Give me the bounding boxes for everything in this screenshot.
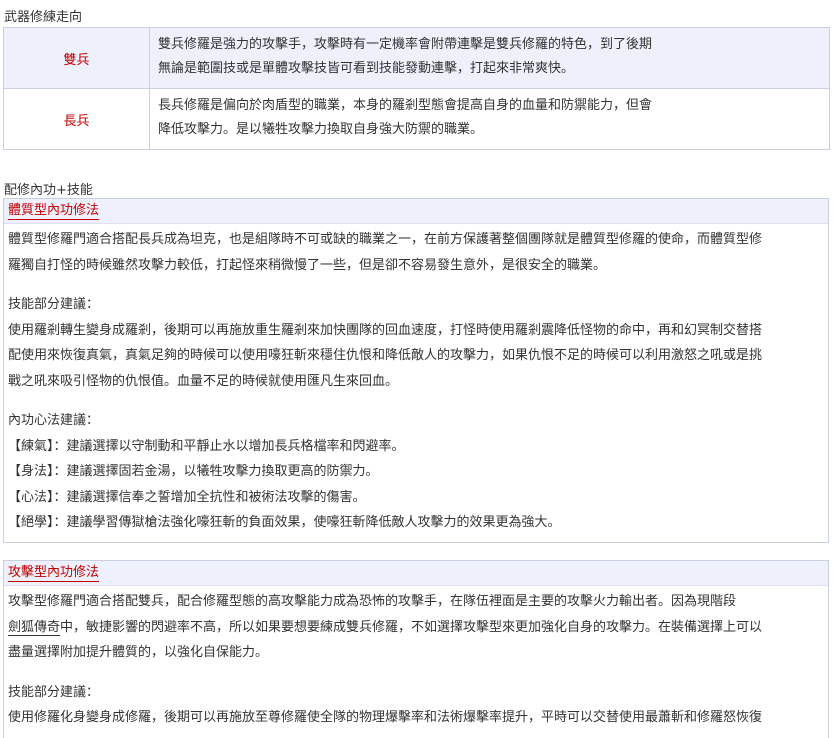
paragraph-line: 戰之吼來吸引怪物的仇恨值。血量不足的時候就使用匯凡生來回血。 <box>8 373 399 389</box>
description-line: 雙兵修羅是強力的攻擊手，攻擊時有一定機率會附帶連擊是雙兵修羅的特色，到了後期 <box>158 37 653 52</box>
item-text: ：建議選擇以守制動和平靜止水以增加長兵格檔率和閃避率。 <box>53 438 405 454</box>
inner-label: 內功心法建議： <box>8 413 100 428</box>
item-tag: 【絕學】 <box>8 515 54 530</box>
weapon-name: 長兵 <box>3 88 150 150</box>
paragraph-line: 攻擊型修羅門適合搭配雙兵，配合修羅型態的高攻擊能力成為恐怖的攻擊手，在隊伍裡面是… <box>8 594 737 609</box>
table-row: 長兵 長兵修羅是偏向於肉盾型的職業，本身的羅剎型態會提高自身的血量和防禦能力，但… <box>3 88 830 150</box>
weapon-name: 雙兵 <box>3 27 150 89</box>
skills-section-title: 配修內功+技能 <box>4 183 93 198</box>
item-tag: 【心法】 <box>8 489 54 505</box>
paragraph-line: 羅獨自打怪的時候雖然攻擊力較低，打起怪來稍微慢了一些，但是卻不容易發生意外，是很… <box>8 257 607 273</box>
constitution-build-box: 體質型內功修法 體質型修羅門適合搭配長兵成為坦克，也是組隊時不可或缺的職業之一，… <box>3 198 829 543</box>
weapon-description: 長兵修羅是偏向於肉盾型的職業，本身的羅剎型態會提高自身的血量和防禦能力，但會 降… <box>149 88 830 150</box>
box-header: 攻擊型內功修法 <box>4 561 828 586</box>
paragraph-line: 體質型修羅門適合搭配長兵成為坦克，也是組隊時不可或缺的職業之一，在前方保護著整個… <box>8 232 763 247</box>
item-tag: 【練氣】 <box>8 438 54 454</box>
table-row: 雙兵 雙兵修羅是強力的攻擊手，攻擊時有一定機率會附帶連擊是雙兵修羅的特色，到了後… <box>3 27 830 89</box>
item-text: ：建議學習傳獄槍法強化嚎狂斬的負面效果，使嚎狂斬降低敵人攻擊力的效果更為強大。 <box>53 515 561 530</box>
line-text: 中，敏捷影響的閃避率不高，所以如果要想要練成雙兵修羅，不如選擇攻擊型來更加強化自… <box>60 619 763 635</box>
paragraph-line: 使用修羅化身變身成修羅，後期可以再施放至尊修羅使全隊的物理爆擊率和法術爆擊率提升… <box>8 710 763 725</box>
description-line: 長兵修羅是偏向於肉盾型的職業，本身的羅剎型態會提高自身的血量和防禦能力，但會 <box>158 98 653 113</box>
description-line: 降低攻擊力。是以犧牲攻擊力換取自身強大防禦的職業。 <box>158 122 484 137</box>
box-header: 體質型內功修法 <box>4 199 828 224</box>
paragraph-line: 劍狐傳奇中，敏捷影響的閃避率不高，所以如果要想要練成雙兵修羅，不如選擇攻擊型來更… <box>8 615 824 641</box>
box-body: 體質型修羅門適合搭配長兵成為坦克，也是組隊時不可或缺的職業之一，在前方保護著整個… <box>4 224 828 536</box>
game-link[interactable]: 劍狐傳奇 <box>8 619 61 636</box>
weapons-table: 雙兵 雙兵修羅是強力的攻擊手，攻擊時有一定機率會附帶連擊是雙兵修羅的特色，到了後… <box>3 27 830 150</box>
list-item: 【心法】：建議選擇信奉之誓增加全抗性和被術法攻擊的傷害。 <box>8 485 824 511</box>
skills-label: 技能部分建議： <box>8 684 100 700</box>
description-line: 無論是範圍技或是單體攻擊技皆可看到技能發動連擊，打起來非常爽快。 <box>158 61 575 76</box>
weapon-description: 雙兵修羅是強力的攻擊手，攻擊時有一定機率會附帶連擊是雙兵修羅的特色，到了後期 無… <box>149 27 830 89</box>
skills-label: 技能部分建議： <box>8 297 100 312</box>
attack-build-box: 攻擊型內功修法 攻擊型修羅門適合搭配雙兵，配合修羅型態的高攻擊能力成為恐怖的攻擊… <box>3 560 829 738</box>
paragraph-line: 使用羅剎轉生變身成羅剎，後期可以再施放重生羅剎來加快團隊的回血速度，打怪時使用羅… <box>8 322 763 338</box>
weapons-section-title: 武器修練走向 <box>4 10 83 25</box>
paragraph-line: 盡量選擇附加提升體質的，以強化自保能力。 <box>8 645 269 660</box>
list-item: 【身法】：建議選擇固若金湯，以犧牲攻擊力換取更高的防禦力。 <box>8 459 824 485</box>
item-text: ：建議選擇固若金湯，以犧牲攻擊力換取更高的防禦力。 <box>53 464 379 479</box>
list-item: 【絕學】：建議學習傳獄槍法強化嚎狂斬的負面效果，使嚎狂斬降低敵人攻擊力的效果更為… <box>8 510 824 536</box>
box-heading: 攻擊型內功修法 <box>8 565 100 582</box>
box-heading: 體質型內功修法 <box>8 203 100 220</box>
paragraph-line: 配使用來恢復真氣，真氣足夠的時候可以使用嚎狂斬來穩住仇恨和降低敵人的攻擊力，如果… <box>8 348 763 363</box>
item-tag: 【身法】 <box>8 464 54 479</box>
list-item: 【練氣】：建議選擇以守制動和平靜止水以增加長兵格檔率和閃避率。 <box>8 434 824 460</box>
box-body: 攻擊型修羅門適合搭配雙兵，配合修羅型態的高攻擊能力成為恐怖的攻擊手，在隊伍裡面是… <box>4 586 828 731</box>
item-text: ：建議選擇信奉之誓增加全抗性和被術法攻擊的傷害。 <box>53 489 366 505</box>
